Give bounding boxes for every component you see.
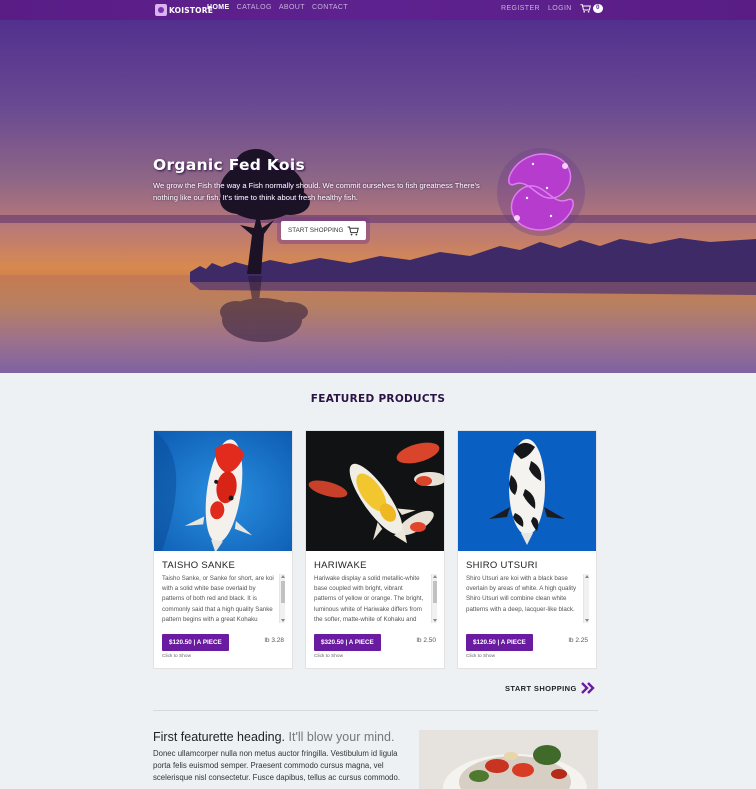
product-image-shiro-utsuri[interactable] xyxy=(458,431,596,551)
product-card-hariwake: HARIWAKE Hariwake display a solid metall… xyxy=(305,430,445,669)
price-button[interactable]: $120.50 | A PIECE xyxy=(162,634,229,651)
main-nav: HOME CATALOG ABOUT CONTACT xyxy=(207,4,348,11)
product-image-hariwake[interactable] xyxy=(306,431,444,551)
cart-button[interactable]: 0 xyxy=(580,4,603,13)
koi-logo-icon xyxy=(155,4,167,16)
product-card-shiro-utsuri: SHIRO UTSURI Shiro Utsuri are koi with a… xyxy=(457,430,597,669)
start-shopping-label: START SHOPPING xyxy=(505,683,577,693)
product-description: Taisho Sanke, or Sanke for short, are ko… xyxy=(162,575,274,623)
cart-icon xyxy=(580,4,591,13)
hero-banner: Organic Fed Kois We grow the Fish the wa… xyxy=(0,20,756,373)
featurette-heading: First featurette heading. It'll blow you… xyxy=(153,730,394,744)
description-scrollbar[interactable] xyxy=(279,574,285,623)
double-chevron-right-icon xyxy=(580,682,595,694)
product-name: HARIWAKE xyxy=(314,560,367,571)
featurette-heading-muted: It'll blow your mind. xyxy=(288,730,395,744)
price-button[interactable]: $320.50 | A PIECE xyxy=(314,634,381,651)
product-description: Hariwake display a solid metallic-white … xyxy=(314,575,424,623)
product-weight: lb 2.50 xyxy=(416,637,436,644)
click-to-show-link[interactable]: Click to Show xyxy=(162,654,191,659)
hero-start-shopping-label: START SHOPPING xyxy=(288,227,344,234)
hero-subtitle: We grow the Fish the way a Fish normally… xyxy=(153,181,480,202)
brand-logo[interactable]: KOISTORE xyxy=(155,3,213,17)
nav-about-link[interactable]: ABOUT xyxy=(279,4,305,11)
featurette-body: Donec ullamcorper nulla non metus auctor… xyxy=(153,749,401,782)
nav-contact-link[interactable]: CONTACT xyxy=(312,4,348,11)
account-nav: REGISTER LOGIN 0 xyxy=(501,4,603,13)
click-to-show-link[interactable]: Click to Show xyxy=(314,654,343,659)
product-image-taisho-sanke[interactable] xyxy=(154,431,292,551)
nav-home-link[interactable]: HOME xyxy=(207,4,230,11)
price-button[interactable]: $120.50 | A PIECE xyxy=(466,634,533,651)
description-scrollbar[interactable] xyxy=(431,574,437,623)
product-name: SHIRO UTSURI xyxy=(466,560,538,571)
product-description: Shiro Utsuri are koi with a black base o… xyxy=(466,575,577,613)
section-divider xyxy=(153,710,598,711)
featured-start-shopping-link[interactable]: START SHOPPING xyxy=(505,682,596,694)
product-name: TAISHO SANKE xyxy=(162,560,236,571)
product-weight: lb 3.28 xyxy=(264,637,284,644)
description-scrollbar[interactable] xyxy=(583,574,589,623)
product-card-taisho-sanke: TAISHO SANKE Taisho Sanke, or Sanke for … xyxy=(153,430,293,669)
nav-catalog-link[interactable]: CATALOG xyxy=(237,4,272,11)
hero-title: Organic Fed Kois xyxy=(153,156,305,174)
navbar: KOISTORE HOME CATALOG ABOUT CONTACT REGI… xyxy=(0,0,756,20)
cart-count-badge: 0 xyxy=(592,4,603,13)
hero-start-shopping-button[interactable]: START SHOPPING xyxy=(281,221,367,240)
featurette-heading-main: First featurette heading. xyxy=(153,730,286,744)
featurette-image xyxy=(419,730,598,789)
cart-icon xyxy=(347,225,360,235)
login-link[interactable]: LOGIN xyxy=(548,5,572,12)
product-weight: lb 2.25 xyxy=(568,637,588,644)
featured-products-heading: FEATURED PRODUCTS xyxy=(310,393,446,405)
click-to-show-link[interactable]: Click to Show xyxy=(466,654,495,659)
register-link[interactable]: REGISTER xyxy=(501,5,540,12)
